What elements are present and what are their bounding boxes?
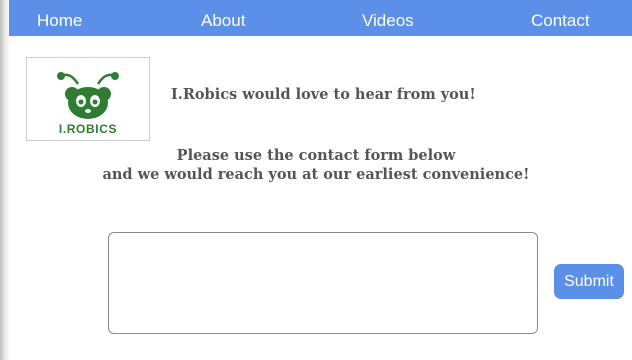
nav-contact-link[interactable]: Contact bbox=[531, 0, 590, 36]
top-navbar: Home About Videos Contact bbox=[9, 0, 632, 36]
logo: I.ROBICS bbox=[26, 57, 150, 141]
submit-button[interactable]: Submit bbox=[554, 264, 624, 299]
nav-about-link[interactable]: About bbox=[201, 0, 245, 36]
nav-home-link[interactable]: Home bbox=[37, 0, 82, 36]
instructions: Please use the contact form below and we… bbox=[0, 146, 632, 184]
logo-text: I.ROBICS bbox=[58, 122, 118, 136]
tagline: I.Robics would love to hear from you! bbox=[171, 86, 476, 103]
instructions-line-1: Please use the contact form below bbox=[176, 147, 456, 164]
nav-videos-link[interactable]: Videos bbox=[362, 0, 414, 36]
robot-panda-logo-icon bbox=[57, 72, 119, 119]
message-textarea[interactable] bbox=[108, 232, 538, 334]
instructions-line-2: and we would reach you at our earliest c… bbox=[102, 166, 530, 183]
